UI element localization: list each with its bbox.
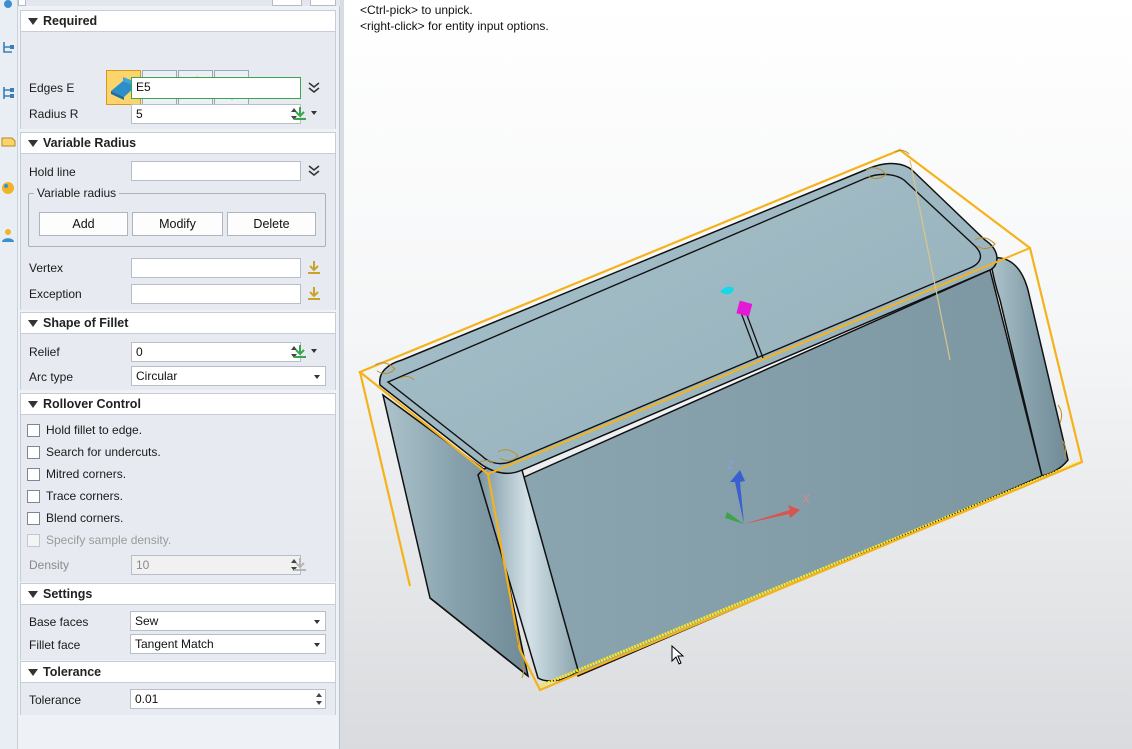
- tree-icon[interactable]: [1, 40, 16, 55]
- arc-type-value: Circular: [136, 369, 178, 383]
- vertex-input[interactable]: [131, 258, 301, 278]
- chevron-down-icon: [314, 375, 320, 379]
- tolerance-value: 0.01: [135, 692, 159, 706]
- collapse-arrow-icon: [28, 140, 38, 147]
- pick-exception-icon[interactable]: [306, 286, 322, 302]
- checkbox-label: Hold fillet to edge.: [46, 423, 143, 437]
- variable-radius-group-title: Variable radius: [34, 186, 120, 200]
- 3d-viewport[interactable]: <Ctrl-pick> to unpick. <right-click> for…: [344, 0, 1132, 749]
- base-faces-label: Base faces: [29, 615, 89, 629]
- hold-line-input[interactable]: [131, 161, 301, 181]
- section-title: Rollover Control: [43, 397, 141, 411]
- chevron-down-icon: [314, 620, 320, 624]
- add-button[interactable]: Add: [39, 212, 128, 236]
- mouse-cursor-icon: [671, 645, 685, 665]
- checkbox-box[interactable]: [27, 512, 40, 525]
- radius-options-dropdown[interactable]: [309, 110, 317, 118]
- pick-down-icon[interactable]: [292, 106, 308, 122]
- tolerance-label: Tolerance: [29, 693, 82, 707]
- relief-input[interactable]: 0: [131, 342, 301, 362]
- collapse-arrow-icon: [28, 320, 38, 327]
- section-variable-radius-header[interactable]: Variable Radius: [20, 132, 336, 154]
- base-faces-value: Sew: [135, 614, 159, 628]
- tolerance-input[interactable]: 0.01: [130, 689, 326, 709]
- section-tolerance-header[interactable]: Tolerance: [20, 661, 336, 683]
- pick-down-icon[interactable]: [292, 344, 308, 360]
- palette-icon[interactable]: [1, 180, 16, 195]
- checkbox-label: Specify sample density.: [46, 533, 172, 547]
- arc-type-label: Arc type: [29, 370, 74, 384]
- delete-button[interactable]: Delete: [227, 212, 316, 236]
- section-title: Required: [43, 14, 98, 28]
- density-input: 10: [131, 555, 301, 575]
- section-title: Settings: [43, 587, 93, 601]
- radius-input[interactable]: 5: [131, 104, 301, 124]
- pick-down-disabled-icon: [294, 558, 306, 571]
- model-canvas[interactable]: [344, 0, 1132, 749]
- exception-input[interactable]: [131, 284, 301, 304]
- fillet-face-select[interactable]: Tangent Match: [130, 634, 326, 654]
- base-faces-select[interactable]: Sew: [130, 611, 326, 631]
- collapse-arrow-icon: [28, 591, 38, 598]
- checkbox-box[interactable]: [27, 468, 40, 481]
- modify-button[interactable]: Modify: [132, 212, 223, 236]
- checkbox-box[interactable]: [27, 490, 40, 503]
- hold-line-label: Hold line: [29, 165, 76, 179]
- checkbox-box: [27, 534, 40, 547]
- tolerance-spinner[interactable]: [315, 691, 323, 707]
- density-label: Density: [29, 558, 70, 572]
- radius-label: Radius R: [29, 107, 79, 121]
- checkbox-label: Trace corners.: [46, 489, 123, 503]
- section-title: Tolerance: [43, 665, 102, 679]
- hierarchy-icon[interactable]: [1, 86, 16, 101]
- collapse-arrow-icon: [28, 18, 38, 25]
- checkbox-label: Mitred corners.: [46, 467, 127, 481]
- edges-label: Edges E: [29, 81, 75, 95]
- fillet-face-label: Fillet face: [29, 638, 81, 652]
- axis-z-label: Z: [727, 458, 735, 472]
- section-settings-header[interactable]: Settings: [20, 583, 336, 605]
- checkbox-box[interactable]: [27, 446, 40, 459]
- section-rollover-control-header[interactable]: Rollover Control: [20, 393, 336, 415]
- exception-label: Exception: [29, 287, 82, 301]
- section-title: Variable Radius: [43, 136, 137, 150]
- section-shape-of-fillet-header[interactable]: Shape of Fillet: [20, 312, 336, 334]
- chevron-down-icon: [314, 643, 320, 647]
- fillet-face-value: Tangent Match: [135, 637, 214, 651]
- relief-label: Relief: [29, 345, 60, 359]
- collapse-arrow-icon: [28, 401, 38, 408]
- section-required-header[interactable]: Required: [20, 10, 336, 32]
- edges-input[interactable]: E5: [131, 77, 301, 99]
- toolbar-button[interactable]: [310, 0, 336, 6]
- double-chevron-down-icon[interactable]: [306, 80, 322, 96]
- toolbar-button[interactable]: [272, 0, 302, 6]
- toolbar-button[interactable]: [18, 0, 26, 6]
- relief-options-dropdown[interactable]: [309, 348, 317, 356]
- panel-toolbar: [18, 0, 340, 6]
- radius-value: 5: [136, 107, 143, 121]
- user-icon[interactable]: [1, 228, 16, 243]
- density-value: 10: [136, 558, 150, 572]
- section-title: Shape of Fillet: [43, 316, 129, 330]
- checkbox-label: Blend corners.: [46, 511, 124, 525]
- double-chevron-down-icon[interactable]: [306, 163, 322, 179]
- checkbox-label: Search for undercuts.: [46, 445, 161, 459]
- arc-type-select[interactable]: Circular: [131, 366, 326, 386]
- fillet-properties-panel: Required Edges E E5 Radius R 5 Variable …: [18, 0, 340, 749]
- checkbox-box[interactable]: [27, 424, 40, 437]
- relief-value: 0: [136, 345, 143, 359]
- axis-x-label: X: [802, 492, 811, 506]
- view-icon[interactable]: [1, 134, 16, 149]
- left-icon-strip: [0, 0, 18, 749]
- pick-vertex-icon[interactable]: [306, 260, 322, 276]
- edges-value: E5: [136, 80, 151, 94]
- collapse-arrow-icon: [28, 669, 38, 676]
- vertex-label: Vertex: [29, 261, 64, 275]
- fillet-tool-icon[interactable]: [1, 0, 16, 15]
